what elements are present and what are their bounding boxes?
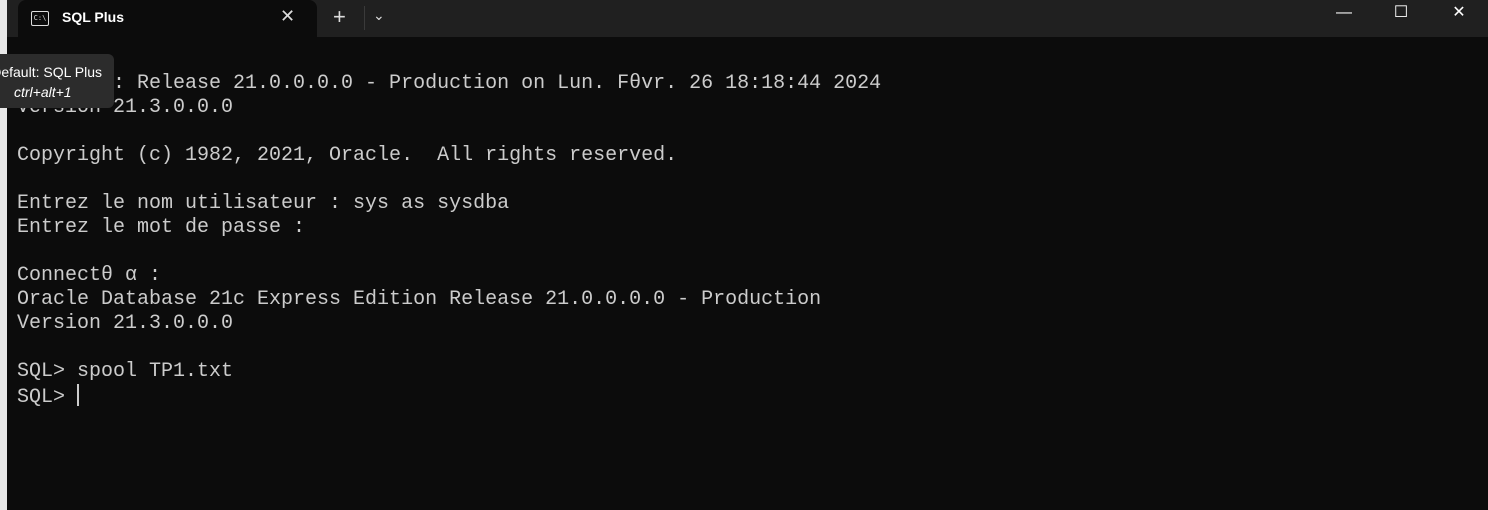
close-button[interactable]: ✕ [1430, 0, 1488, 28]
prompt: SQL> [17, 386, 78, 409]
terminal-line: Version 21.3.0.0.0 [17, 96, 234, 119]
tooltip-shortcut: ctrl+alt+1 [14, 84, 72, 100]
terminal-line: Entrez le nom utilisateur : sys as sysdb… [17, 192, 510, 215]
tooltip-title: Default: SQL Plus [0, 64, 102, 80]
title-bar: C:\ SQL Plus ✕ + ⌄ — ☐ ✕ [7, 0, 1488, 37]
divider [364, 6, 365, 30]
terminal-icon: C:\ [31, 11, 49, 26]
new-tab-button[interactable]: + [333, 4, 346, 30]
tab-title: SQL Plus [62, 9, 124, 25]
terminal-window: C:\ SQL Plus ✕ + ⌄ — ☐ ✕ SQL*Plus: Relea… [7, 0, 1488, 510]
terminal-line: Version 21.3.0.0.0 [17, 312, 234, 335]
terminal-line: SQL> spool TP1.txt [17, 360, 234, 383]
minimize-button[interactable]: — [1315, 0, 1373, 28]
close-tab-icon[interactable]: ✕ [280, 6, 295, 27]
tab-tooltip: Default: SQL Plus ctrl+alt+1 [0, 54, 114, 108]
terminal-line: Oracle Database 21c Express Edition Rele… [17, 288, 822, 311]
chevron-down-icon[interactable]: ⌄ [373, 7, 385, 24]
terminal-line: Entrez le mot de passe : [17, 216, 306, 239]
tab-sql-plus[interactable]: C:\ SQL Plus ✕ [18, 0, 317, 37]
terminal-line: Copyright (c) 1982, 2021, Oracle. All ri… [17, 144, 678, 167]
text-cursor [77, 384, 80, 406]
terminal-line: SQL*Plus: Release 21.0.0.0.0 - Productio… [17, 72, 882, 95]
terminal-output[interactable]: SQL*Plus: Release 21.0.0.0.0 - Productio… [17, 72, 881, 410]
terminal-line: Connectθ α : [17, 264, 162, 287]
maximize-button[interactable]: ☐ [1372, 0, 1430, 28]
